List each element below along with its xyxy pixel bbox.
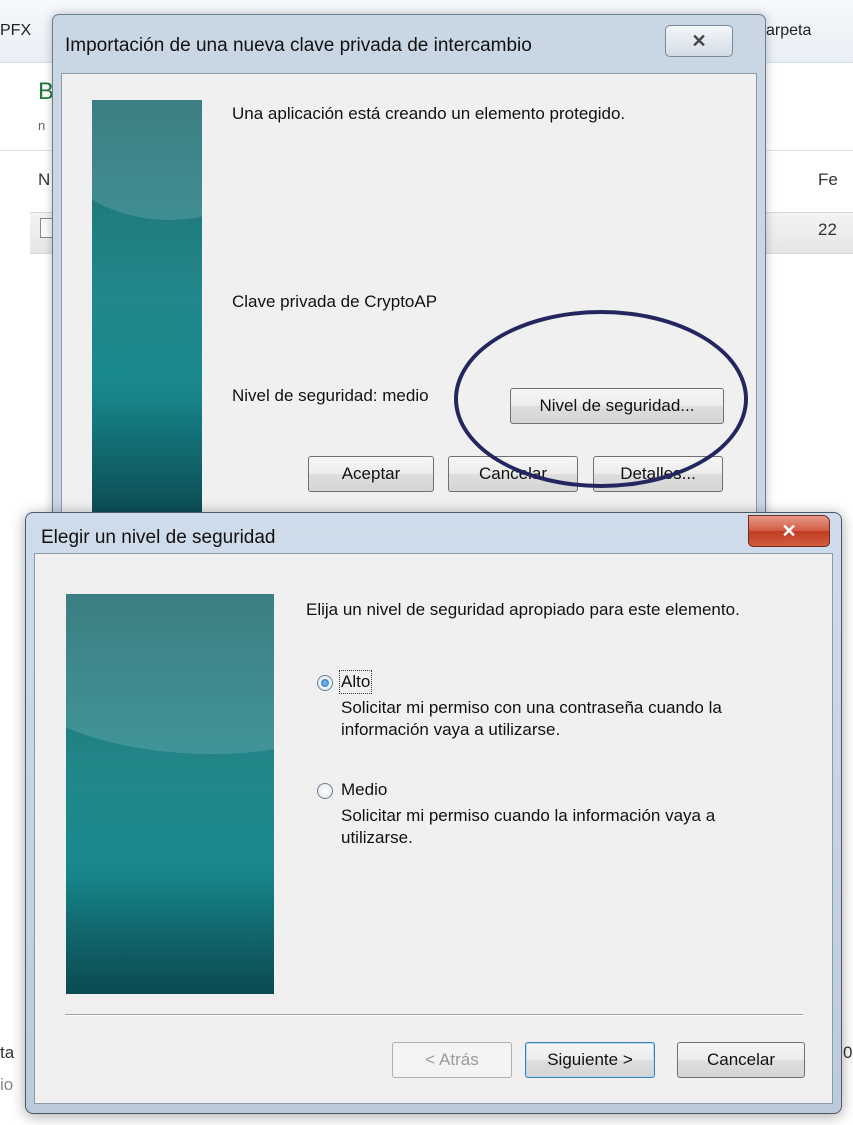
security-level-label: Nivel de seguridad: medio [232,386,429,405]
import-key-dialog-body: Una aplicación está creando un elemento … [61,73,757,523]
security-level-dialog-title: Elegir un nivel de seguridad [41,527,276,548]
file-row-date: 22 [818,220,837,239]
status-bar-fragment-2: io [0,1075,14,1094]
import-key-dialog: Importación de una nueva clave privada d… [52,14,766,523]
dialog-banner-image [92,100,202,520]
radio-alto[interactable] [317,675,333,691]
status-bar-fragment-3: 0 [843,1043,853,1062]
key-name-label: Clave privada de CryptoAP [232,292,438,311]
column-header-date[interactable]: Fe [818,170,838,190]
dialog-banner-image [66,594,274,994]
import-message: Una aplicación está creando un elemento … [232,104,626,123]
next-button[interactable]: Siguiente > [525,1042,655,1078]
cancel-button[interactable]: Cancelar [677,1042,805,1078]
close-button[interactable]: ✕ [665,25,733,57]
alto-description-line1: Solicitar mi permiso con una contraseña … [341,698,722,717]
close-icon: ✕ [691,31,707,51]
import-key-dialog-title: Importación de una nueva clave privada d… [65,35,532,56]
footer-separator [65,1014,803,1016]
security-level-dialog-body: Elija un nivel de seguridad apropiado pa… [34,553,833,1104]
radio-medio[interactable] [317,783,333,799]
back-button[interactable]: < Atrás [392,1042,512,1078]
security-instruction: Elija un nivel de seguridad apropiado pa… [306,600,740,619]
cancel-button[interactable]: Cancelar [448,456,578,492]
breadcrumb-fragment[interactable]: PFX [0,22,31,40]
column-header-name[interactable]: N [38,170,50,190]
medio-description-line2: utilizarse. [341,828,413,847]
close-button[interactable]: ✕ [748,515,830,547]
security-level-dialog: Elegir un nivel de seguridad ✕ Elija un … [25,512,842,1114]
radio-medio-label[interactable]: Medio [341,780,387,800]
security-level-button[interactable]: Nivel de seguridad... [510,388,724,424]
toolbar-new-folder-fragment[interactable]: arpeta [766,22,811,40]
alto-description-line2: información vaya a utilizarse. [341,720,561,739]
accept-button[interactable]: Aceptar [308,456,434,492]
radio-alto-label[interactable]: Alto [338,670,373,694]
medio-description-line1: Solicitar mi permiso cuando la informaci… [341,806,716,825]
close-icon: ✕ [781,521,797,541]
details-button[interactable]: Detalles... [593,456,723,492]
explorer-subheading-fragment: n [38,118,46,133]
status-bar-fragment: ta [0,1043,15,1062]
